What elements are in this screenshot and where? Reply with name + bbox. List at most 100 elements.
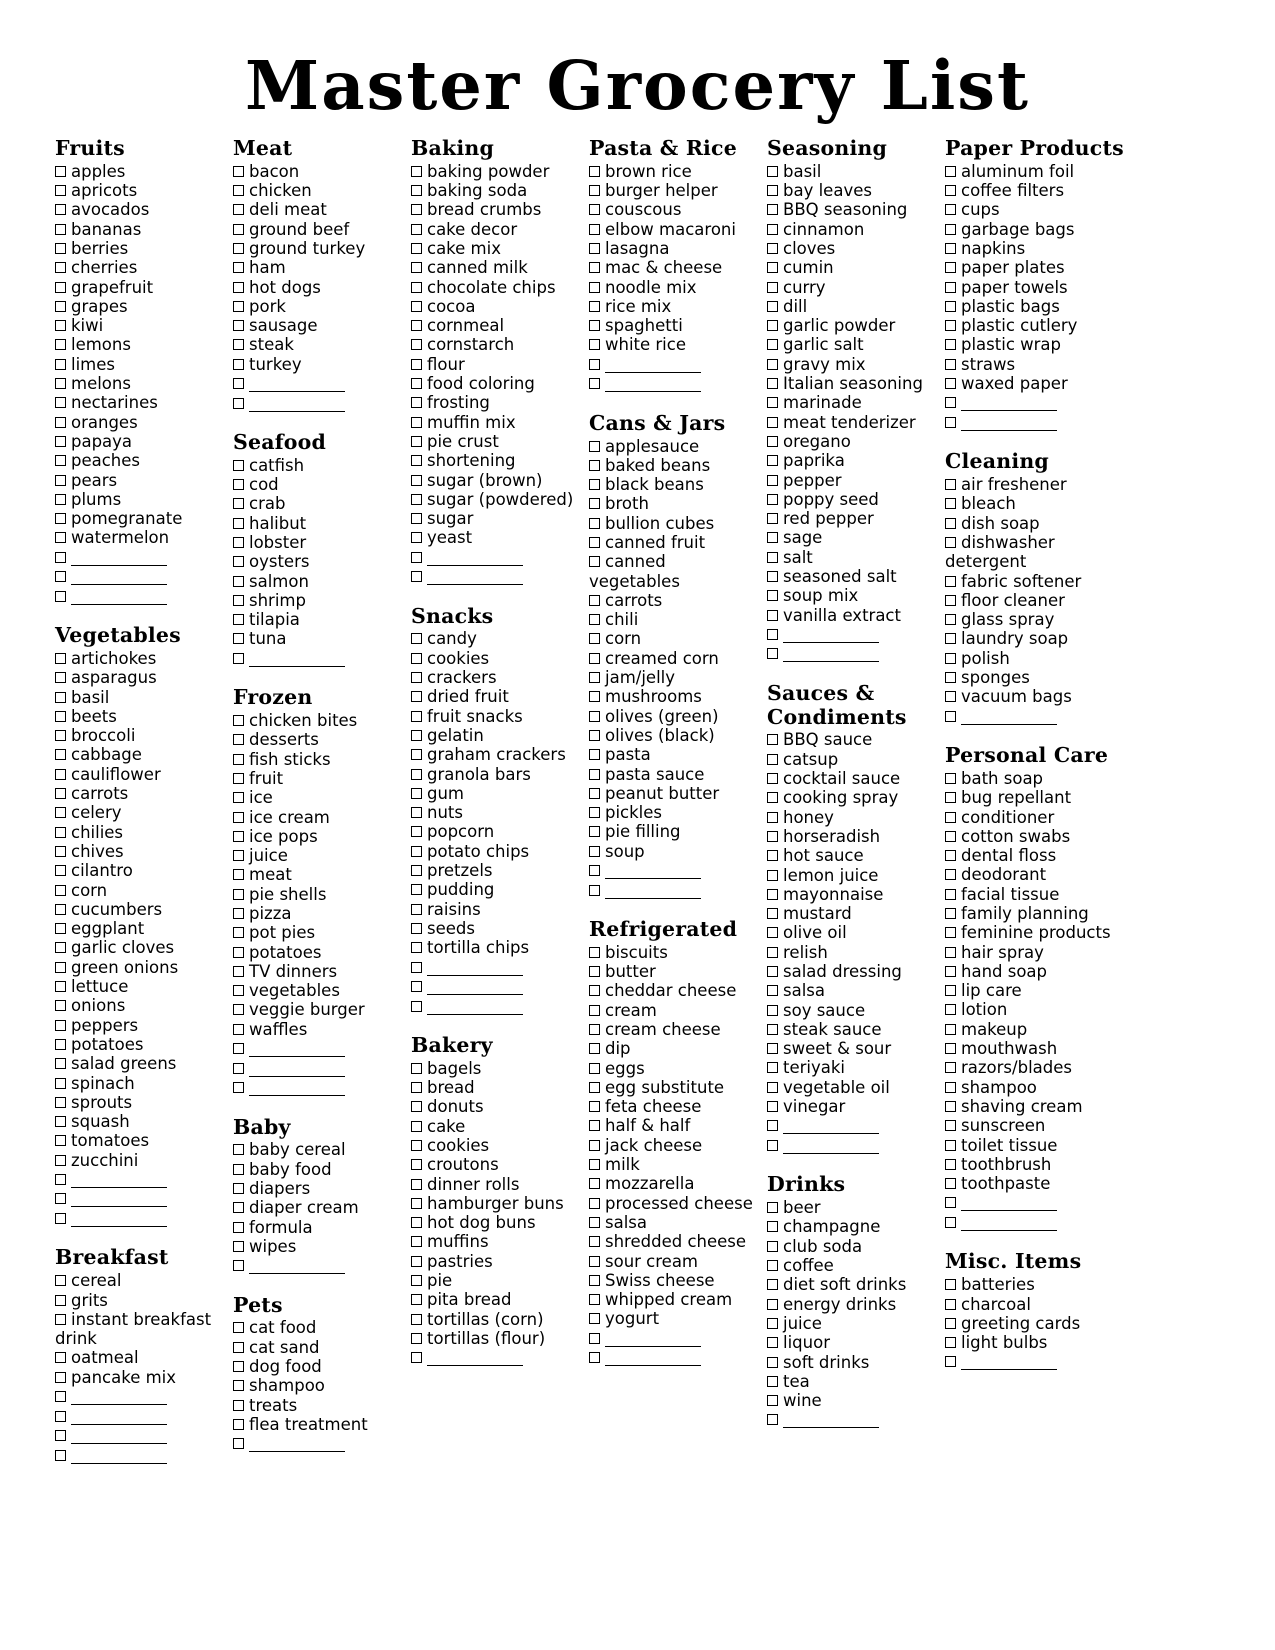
checkbox-empty-icon[interactable] — [233, 1202, 244, 1214]
checkbox-empty-icon[interactable] — [233, 850, 244, 862]
list-item[interactable]: popcorn — [411, 822, 581, 841]
list-item[interactable]: tortilla chips — [411, 938, 581, 957]
list-item[interactable]: dishwasher detergent — [945, 533, 1137, 572]
list-item[interactable]: club soda — [767, 1237, 937, 1256]
checkbox-empty-icon[interactable] — [55, 923, 66, 935]
list-item[interactable]: sausage — [233, 316, 403, 335]
write-in-blank-line[interactable] — [427, 572, 523, 586]
checkbox-empty-icon[interactable] — [589, 1120, 600, 1132]
checkbox-empty-icon[interactable] — [767, 551, 778, 563]
checkbox-empty-icon[interactable] — [767, 435, 778, 447]
list-item[interactable]: lemons — [55, 335, 225, 354]
list-item[interactable]: muffin mix — [411, 413, 581, 432]
list-item-blank[interactable] — [589, 355, 759, 375]
list-item[interactable]: corn — [589, 629, 759, 648]
list-item[interactable]: muffins — [411, 1232, 581, 1251]
checkbox-empty-icon[interactable] — [767, 165, 778, 177]
list-item[interactable]: mozzarella — [589, 1174, 759, 1193]
list-item[interactable]: instant breakfast drink — [55, 1310, 225, 1349]
checkbox-empty-icon[interactable] — [589, 1352, 600, 1364]
checkbox-empty-icon[interactable] — [945, 594, 956, 606]
checkbox-empty-icon[interactable] — [233, 1418, 244, 1430]
checkbox-empty-icon[interactable] — [411, 281, 422, 293]
checkbox-empty-icon[interactable] — [945, 1120, 956, 1132]
list-item[interactable]: steak — [233, 335, 403, 354]
list-item[interactable]: carrots — [589, 591, 759, 610]
checkbox-empty-icon[interactable] — [233, 165, 244, 177]
list-item[interactable]: baby cereal — [233, 1140, 403, 1159]
list-item[interactable]: salad dressing — [767, 962, 937, 981]
checkbox-empty-icon[interactable] — [55, 358, 66, 370]
checkbox-empty-icon[interactable] — [589, 1101, 600, 1113]
checkbox-empty-icon[interactable] — [55, 532, 66, 544]
checkbox-empty-icon[interactable] — [55, 1313, 66, 1325]
list-item[interactable]: lettuce — [55, 977, 225, 996]
checkbox-empty-icon[interactable] — [55, 730, 66, 742]
checkbox-empty-icon[interactable] — [945, 204, 956, 216]
list-item[interactable]: seeds — [411, 919, 581, 938]
list-item[interactable]: broccoli — [55, 726, 225, 745]
checkbox-empty-icon[interactable] — [945, 479, 956, 491]
checkbox-empty-icon[interactable] — [945, 946, 956, 958]
list-item[interactable]: pie crust — [411, 432, 581, 451]
checkbox-empty-icon[interactable] — [589, 749, 600, 761]
checkbox-empty-icon[interactable] — [233, 946, 244, 958]
list-item[interactable]: steak sauce — [767, 1020, 937, 1039]
list-item[interactable]: carrots — [55, 784, 225, 803]
list-item[interactable]: olives (black) — [589, 726, 759, 745]
list-item[interactable]: basil — [55, 688, 225, 707]
list-item[interactable]: pizza — [233, 904, 403, 923]
checkbox-empty-icon[interactable] — [767, 908, 778, 920]
checkbox-empty-icon[interactable] — [233, 575, 244, 587]
checkbox-empty-icon[interactable] — [233, 734, 244, 746]
checkbox-empty-icon[interactable] — [233, 1023, 244, 1035]
checkbox-empty-icon[interactable] — [767, 397, 778, 409]
list-item[interactable]: kiwi — [55, 316, 225, 335]
checkbox-empty-icon[interactable] — [411, 1139, 422, 1151]
list-item[interactable]: hair spray — [945, 943, 1137, 962]
checkbox-empty-icon[interactable] — [233, 556, 244, 568]
checkbox-empty-icon[interactable] — [945, 888, 956, 900]
list-item[interactable]: plastic wrap — [945, 335, 1137, 354]
checkbox-empty-icon[interactable] — [55, 884, 66, 896]
list-item[interactable]: onions — [55, 996, 225, 1015]
checkbox-empty-icon[interactable] — [55, 551, 66, 563]
list-item[interactable]: gum — [411, 784, 581, 803]
checkbox-empty-icon[interactable] — [233, 242, 244, 254]
checkbox-empty-icon[interactable] — [55, 513, 66, 525]
list-item[interactable]: dental floss — [945, 846, 1137, 865]
checkbox-empty-icon[interactable] — [55, 961, 66, 973]
write-in-blank-line[interactable] — [71, 1175, 167, 1188]
list-item[interactable]: candy — [411, 629, 581, 648]
checkbox-empty-icon[interactable] — [589, 1313, 600, 1325]
checkbox-empty-icon[interactable] — [411, 633, 422, 645]
checkbox-empty-icon[interactable] — [411, 532, 422, 544]
list-item[interactable]: oysters — [233, 552, 403, 571]
list-item[interactable]: bay leaves — [767, 181, 937, 200]
list-item[interactable]: burger helper — [589, 181, 759, 200]
checkbox-empty-icon[interactable] — [233, 223, 244, 235]
checkbox-empty-icon[interactable] — [767, 792, 778, 804]
list-item[interactable]: deli meat — [233, 200, 403, 219]
list-item[interactable]: deodorant — [945, 865, 1137, 884]
list-item[interactable]: eggs — [589, 1059, 759, 1078]
list-item[interactable]: white rice — [589, 335, 759, 354]
checkbox-empty-icon[interactable] — [233, 985, 244, 997]
list-item[interactable]: chives — [55, 842, 225, 861]
checkbox-empty-icon[interactable] — [411, 1332, 422, 1344]
write-in-blank-line[interactable] — [605, 1334, 701, 1347]
checkbox-empty-icon[interactable] — [767, 830, 778, 842]
list-item[interactable]: dried fruit — [411, 687, 581, 706]
checkbox-empty-icon[interactable] — [589, 691, 600, 703]
checkbox-empty-icon[interactable] — [233, 1380, 244, 1392]
checkbox-empty-icon[interactable] — [945, 1178, 956, 1190]
list-item[interactable]: watermelon — [55, 528, 225, 547]
write-in-blank-line[interactable] — [605, 360, 701, 373]
list-item[interactable]: coffee — [767, 1256, 937, 1275]
list-item[interactable]: seasoned salt — [767, 567, 937, 586]
checkbox-empty-icon[interactable] — [55, 749, 66, 761]
checkbox-empty-icon[interactable] — [55, 455, 66, 467]
list-item[interactable]: diaper cream — [233, 1198, 403, 1217]
list-item[interactable]: gravy mix — [767, 355, 937, 374]
checkbox-empty-icon[interactable] — [411, 768, 422, 780]
